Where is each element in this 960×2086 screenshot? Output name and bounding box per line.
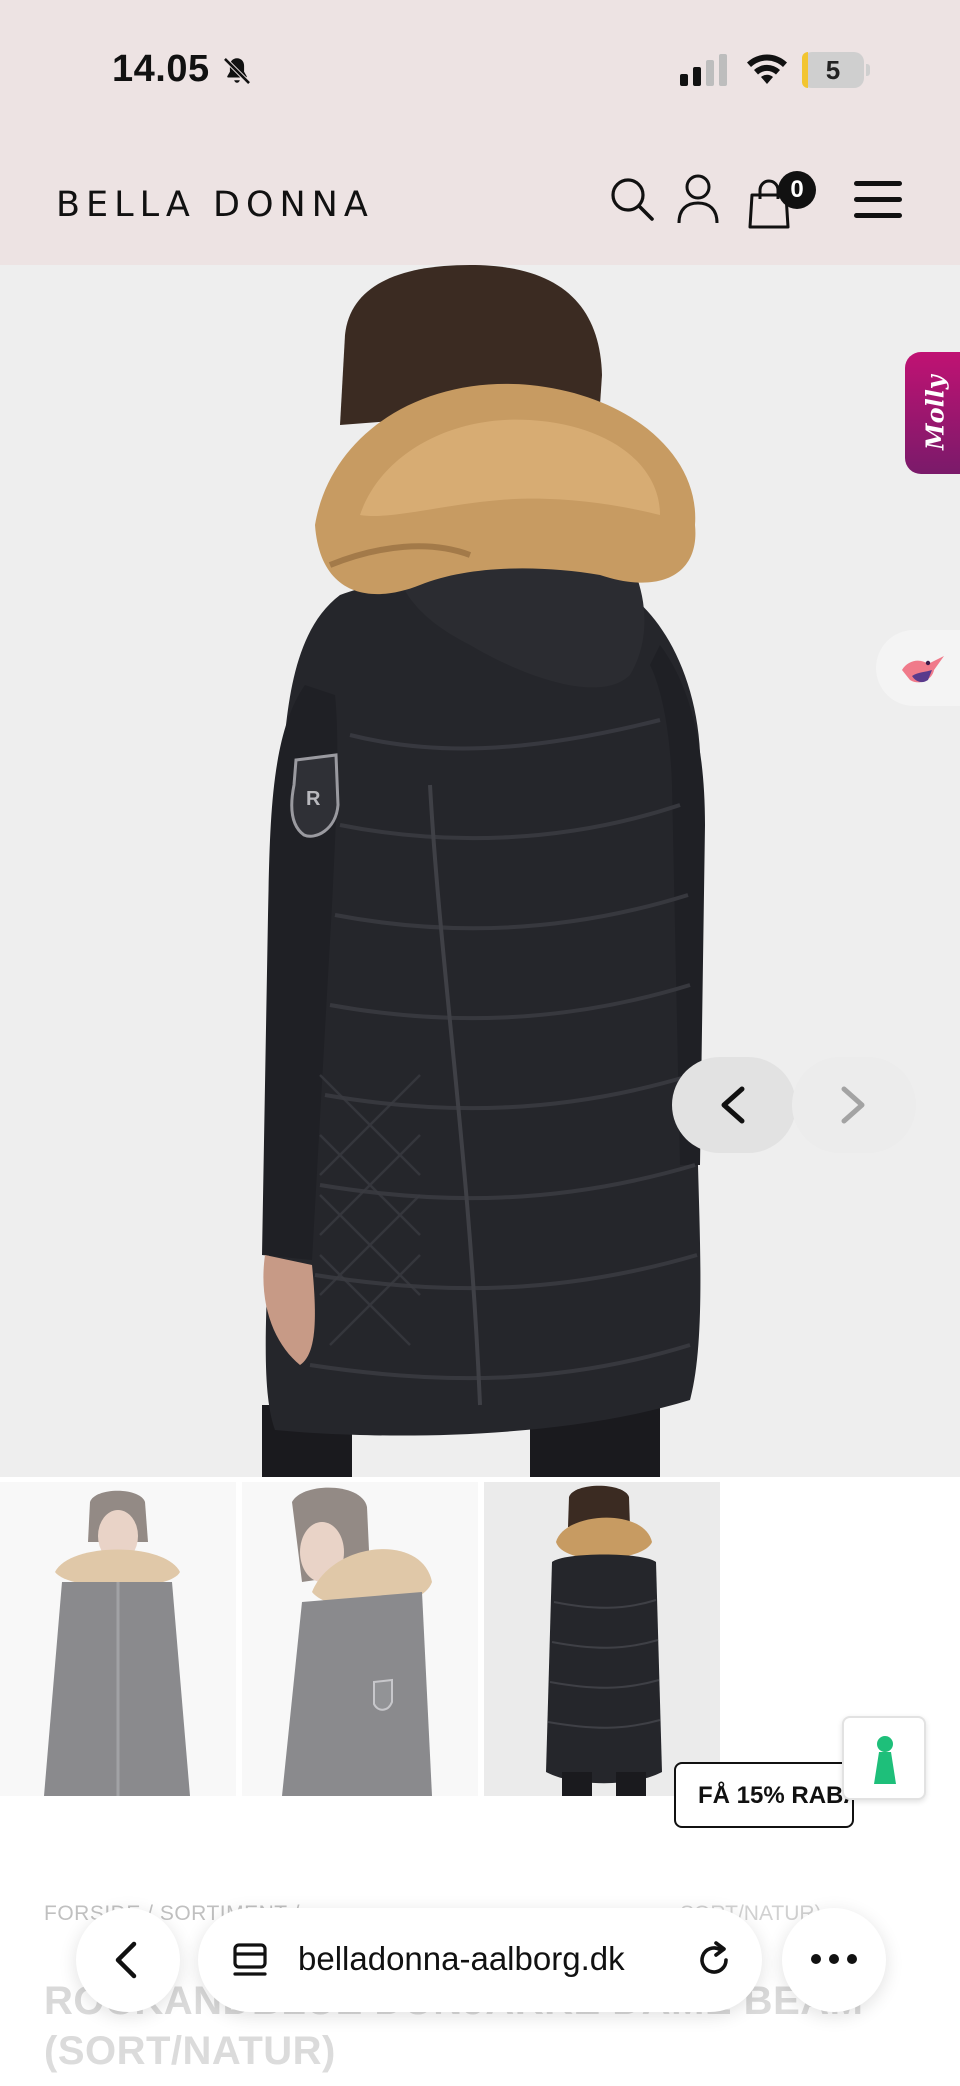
url-text[interactable]: belladonna-aalborg.dk [298, 1940, 625, 1978]
chevron-left-icon [721, 1086, 745, 1124]
thumbnail-3[interactable] [484, 1482, 720, 1796]
back-icon [115, 1941, 137, 1979]
bird-chat-icon [902, 656, 944, 683]
bell-muted-icon [223, 57, 251, 85]
search-icon[interactable] [608, 175, 656, 223]
tabs-icon[interactable] [232, 1942, 268, 1980]
thumbnail-2[interactable] [242, 1482, 478, 1796]
cellular-signal-icon [680, 54, 727, 86]
gift-icon [874, 1736, 896, 1784]
site-header: BELLA DONNA 0 [0, 135, 960, 265]
battery-icon: 5 [802, 52, 870, 88]
product-image[interactable]: R Molly [0, 265, 960, 1477]
browser-more-button[interactable] [782, 1908, 886, 2012]
reload-icon[interactable] [694, 1940, 734, 1980]
menu-icon[interactable] [854, 179, 902, 221]
svg-text:R: R [306, 788, 321, 810]
battery-level: 5 [825, 55, 841, 85]
next-image-button[interactable] [792, 1057, 916, 1153]
page: 14.05 5 BELLA DONNA 0 R Molly FÅ 15% RAB… [0, 0, 960, 2086]
chevron-right-icon [841, 1086, 865, 1124]
status-time: 14.05 [112, 48, 210, 90]
previous-image-button[interactable] [672, 1057, 796, 1153]
discount-offer-button[interactable]: FÅ 15% RABA [674, 1762, 854, 1828]
account-icon[interactable] [676, 173, 720, 225]
thumbnail-1[interactable] [0, 1482, 236, 1796]
cart-count-badge: 0 [778, 171, 816, 209]
product-photo-coat-back: R [262, 265, 705, 1477]
browser-back-button[interactable] [76, 1908, 180, 2012]
gift-button[interactable] [842, 1716, 926, 1800]
wifi-icon [747, 54, 787, 84]
status-bar: 14.05 5 [0, 0, 960, 135]
thumbnail-strip [0, 1480, 960, 1798]
bird-chat-button[interactable] [876, 630, 960, 706]
brand-logo[interactable]: BELLA DONNA [56, 185, 374, 225]
more-icon [811, 1954, 857, 1964]
molly-label: Molly [920, 375, 950, 451]
